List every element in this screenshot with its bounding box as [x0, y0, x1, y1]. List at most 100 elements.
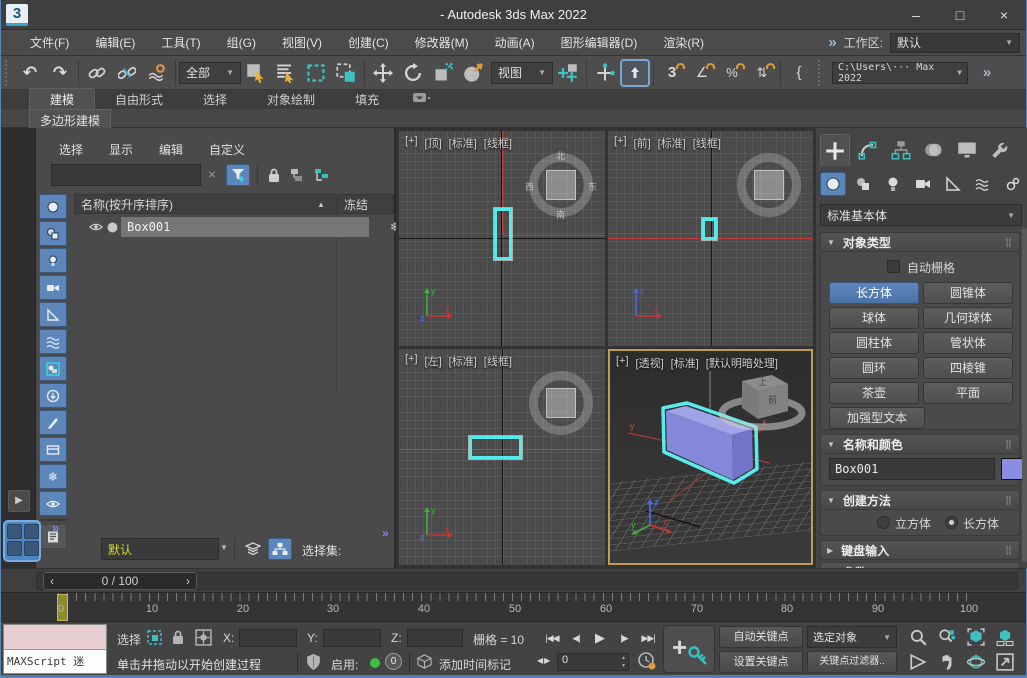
viewport-menu-general[interactable]: [+] [614, 135, 627, 151]
isolate-count-button[interactable]: 0 [385, 653, 402, 670]
rollout-object-type[interactable]: ▼ 对象类型 ⣿ [820, 232, 1020, 252]
chevron-down-icon[interactable]: ▼ [220, 543, 228, 552]
current-frame-field[interactable]: 0 ▲▼ [557, 653, 629, 671]
filter-bones-icon[interactable] [39, 410, 67, 435]
spinner-snap-icon[interactable]: ⇅ [747, 59, 777, 87]
absolute-mode-icon[interactable] [195, 629, 212, 649]
freeze-column-header[interactable]: 冻结 [337, 196, 395, 213]
toolbar-grip[interactable] [5, 60, 12, 86]
viewcube[interactable] [529, 371, 593, 435]
maxscript-macro-field[interactable] [4, 625, 106, 650]
viewport-menu-style[interactable]: [标准] [449, 135, 477, 151]
create-systems-icon[interactable] [1000, 172, 1026, 196]
tab-hierarchy[interactable] [886, 134, 916, 166]
button-cone[interactable]: 圆锥体 [923, 282, 1013, 304]
key-filters-button[interactable]: 关键点过滤器.. [807, 651, 897, 673]
unlink-icon[interactable] [112, 59, 142, 87]
pick-parent-icon[interactable] [288, 165, 308, 185]
radio-box[interactable] [945, 516, 958, 529]
zoom-extents-all-icon[interactable] [990, 624, 1019, 649]
filter-helpers-icon[interactable] [39, 302, 67, 327]
viewport-menu-general[interactable]: [+] [616, 355, 629, 371]
eye-icon[interactable] [88, 222, 104, 232]
create-geometry-icon[interactable] [820, 172, 846, 196]
selection-region-icon[interactable] [147, 630, 163, 649]
filter-xrefs-icon[interactable] [39, 437, 67, 462]
radio-cube[interactable] [877, 516, 890, 529]
viewport-menu-shading[interactable]: [默认明暗处理] [706, 355, 778, 371]
zoom-all-icon[interactable] [932, 624, 961, 649]
menu-graph-editors[interactable]: 图形编辑器(D) [548, 34, 651, 51]
toolbar-overflow-icon[interactable]: » [972, 59, 1002, 87]
viewport-menu-pov[interactable]: [顶] [425, 135, 442, 151]
lock-icon[interactable] [264, 165, 284, 185]
button-plane[interactable]: 平面 [923, 382, 1013, 404]
object-name[interactable]: Box001 [121, 217, 369, 237]
layer-bar-overflow-icon[interactable]: » [382, 526, 389, 540]
viewport-layout-tab[interactable] [3, 520, 41, 562]
selected-object-dropdown[interactable]: 选定对象 ▼ [807, 626, 897, 648]
menubar-overflow-icon[interactable]: » [828, 34, 836, 51]
project-path-dropdown[interactable]: C:\Users\··· Max 2022 ▼ [832, 62, 968, 84]
viewcube[interactable]: 北 东 南 西 [529, 153, 593, 217]
filter-lights-icon[interactable] [39, 248, 67, 273]
create-spacewarps-icon[interactable] [970, 172, 996, 196]
select-move-icon[interactable] [368, 59, 398, 87]
object-dot-icon[interactable] [104, 222, 120, 233]
ribbon-tab-freeform[interactable]: 自由形式 [95, 89, 183, 109]
viewport-front[interactable]: [+] [前] [标准] [线框] z x [608, 131, 813, 346]
button-pyramid[interactable]: 四棱锥 [923, 357, 1013, 379]
z-coordinate-field[interactable] [407, 629, 463, 647]
filter-frozen-icon[interactable]: ❄ [39, 464, 67, 489]
maximize-viewport-icon[interactable] [990, 649, 1019, 674]
create-cameras-icon[interactable] [910, 172, 936, 196]
select-link-icon[interactable] [82, 59, 112, 87]
close-button[interactable]: × [982, 0, 1026, 30]
create-shapes-icon[interactable] [850, 172, 876, 196]
viewcube[interactable] [737, 153, 801, 217]
ribbon-tab-selection[interactable]: 选择 [183, 89, 247, 109]
x-coordinate-field[interactable] [239, 629, 297, 647]
filter-containers-icon[interactable] [39, 383, 67, 408]
menu-views[interactable]: 视图(V) [269, 34, 335, 51]
set-key-button[interactable]: 设置关键点 [719, 651, 803, 673]
viewport-menu-style[interactable]: [标准] [671, 355, 699, 371]
create-helpers-icon[interactable] [940, 172, 966, 196]
redo-button[interactable]: ↷ [45, 59, 75, 87]
tab-utilities[interactable] [985, 134, 1015, 166]
selection-lock-icon[interactable] [171, 630, 185, 648]
ribbon-config-dropdown-icon[interactable] [405, 92, 439, 109]
object-name-field[interactable] [829, 458, 995, 480]
frame-spinner[interactable]: ▲▼ [621, 654, 626, 670]
viewport-menu-pov[interactable]: [左] [425, 353, 442, 369]
explorer-column-header[interactable]: 名称(按升序排序) ▲ 冻结 [74, 194, 394, 214]
select-scale-icon[interactable] [428, 59, 458, 87]
expand-panel-button[interactable]: ▶ [8, 490, 30, 512]
selected-box-wireframe[interactable] [494, 208, 512, 260]
orbit-icon[interactable] [961, 649, 990, 674]
zoom-icon[interactable] [903, 624, 932, 649]
object-color-swatch[interactable] [1001, 458, 1023, 480]
name-column-header[interactable]: 名称(按升序排序) [75, 196, 173, 213]
explorer-menu-display[interactable]: 显示 [109, 141, 133, 158]
prev-frame-arrow[interactable]: ‹ [50, 574, 54, 588]
maximize-button[interactable]: □ [938, 0, 982, 30]
pan-hand-icon[interactable] [932, 649, 961, 674]
category-dropdown[interactable]: 标准基本体 ▼ [820, 204, 1022, 226]
viewport-menu-style[interactable]: [标准] [449, 353, 477, 369]
time-tag-cube-icon[interactable] [417, 654, 432, 672]
ribbon-tab-populate[interactable]: 填充 [335, 89, 399, 109]
toolbar-grip-2[interactable] [818, 60, 825, 86]
snap-toggle-3d-icon[interactable]: 3 [657, 59, 687, 87]
viewport-menu-pov[interactable]: [前] [634, 135, 651, 151]
button-tube[interactable]: 管状体 [923, 332, 1013, 354]
selected-box-wireframe[interactable] [469, 436, 522, 459]
menu-file[interactable]: 文件(F) [17, 34, 82, 51]
viewport-menu-pov[interactable]: [透视] [636, 355, 664, 371]
viewport-left[interactable]: [+] [左] [标准] [线框] y x z [399, 349, 605, 565]
hierarchy-view-icon[interactable] [312, 165, 332, 185]
layer-manager-icon[interactable] [242, 539, 264, 559]
reference-coordinate-dropdown[interactable]: 视图 ▼ [491, 62, 553, 84]
rollout-creation-method[interactable]: ▼ 创建方法 ⣿ [820, 490, 1020, 510]
auto-key-button[interactable]: 自动关键点 [719, 626, 803, 648]
